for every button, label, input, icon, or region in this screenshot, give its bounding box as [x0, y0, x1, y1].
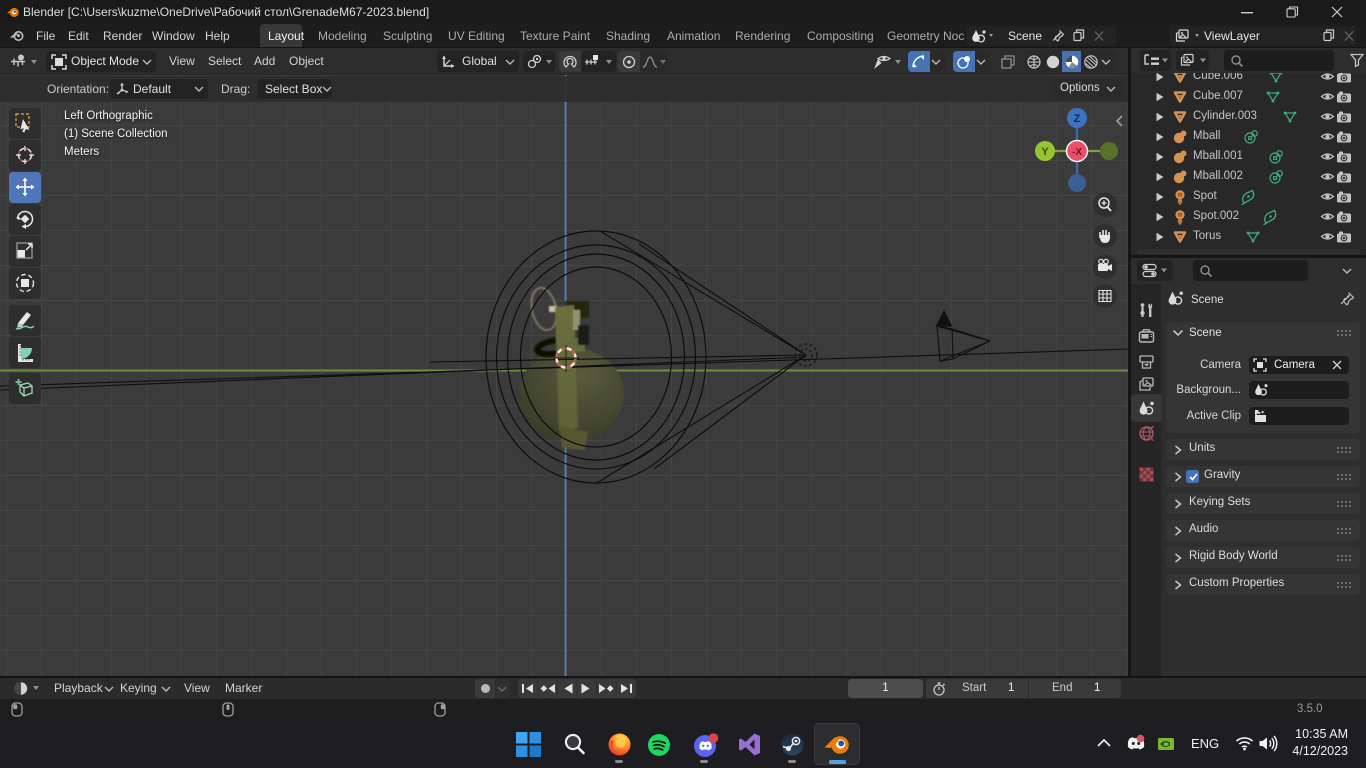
svg-text:Y: Y: [1041, 146, 1049, 158]
svg-text:-X: -X: [1072, 147, 1082, 158]
svg-text:Z: Z: [1074, 113, 1081, 125]
